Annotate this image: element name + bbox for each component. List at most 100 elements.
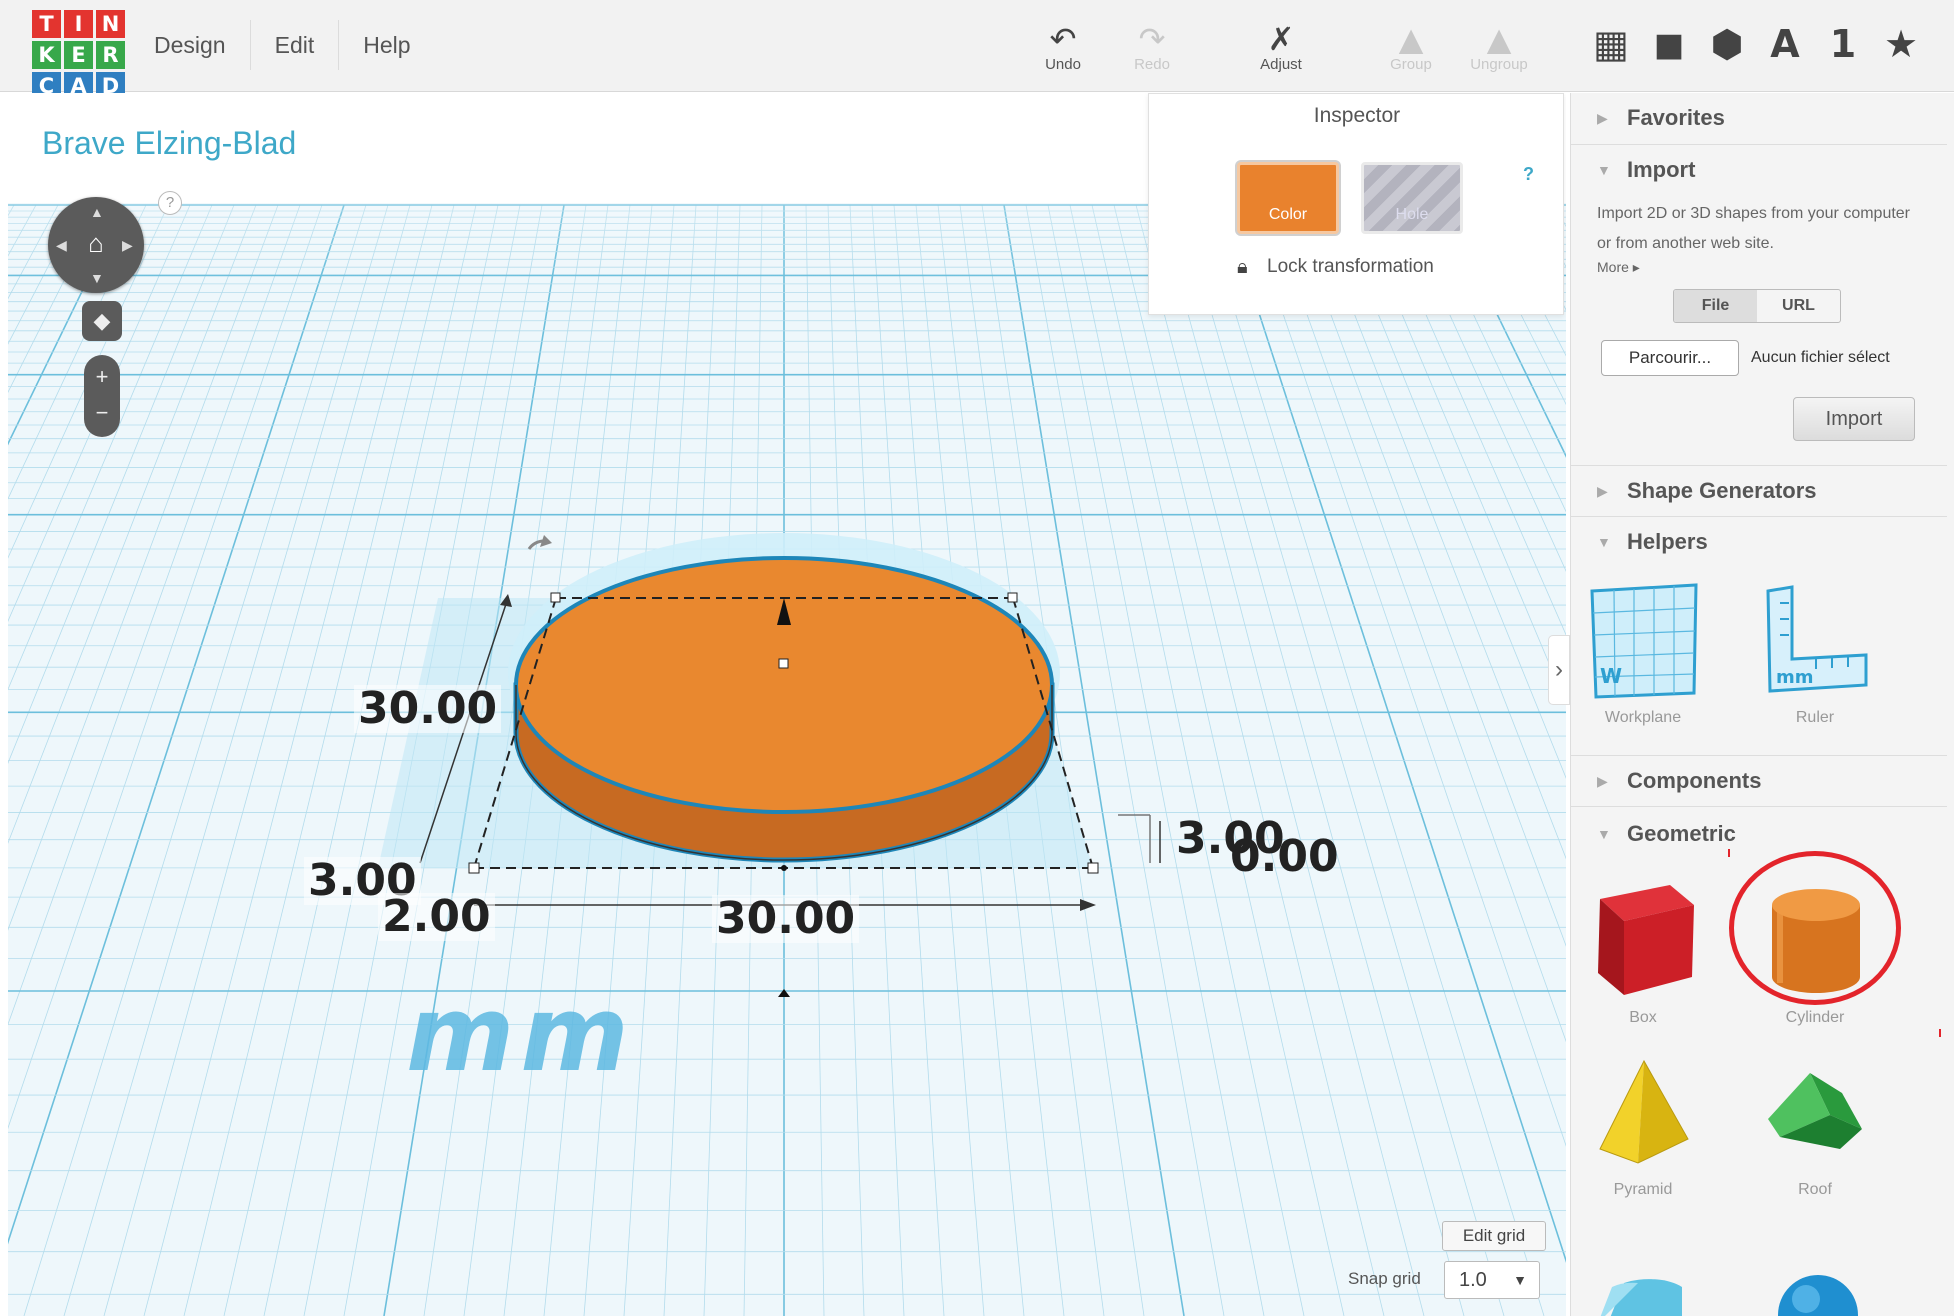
lock-transformation-toggle[interactable]: 🔒︎ Lock transformation: [1237, 256, 1434, 278]
star-icon[interactable]: ★: [1880, 20, 1922, 68]
dimension-length-label[interactable]: 30.00: [354, 685, 502, 733]
nav-left-arrow-icon[interactable]: ◀: [56, 238, 67, 252]
import-header: Import: [1627, 157, 1696, 182]
box-shape[interactable]: Box: [1573, 865, 1713, 1027]
group-label: Group: [1390, 56, 1432, 73]
inspector-help-icon[interactable]: ?: [1523, 164, 1534, 185]
collapse-arrow-icon: ▼: [1597, 162, 1611, 178]
dimension-front-offset-label[interactable]: 2.00: [378, 893, 495, 941]
import-description: Import 2D or 3D shapes from your compute…: [1597, 205, 1911, 252]
adjust-button[interactable]: ✗ Adjust: [1236, 22, 1326, 73]
ruler-helper[interactable]: mm Ruler: [1745, 581, 1885, 727]
redo-button[interactable]: ↷ Redo: [1107, 22, 1197, 73]
favorites-header: Favorites: [1627, 105, 1725, 130]
shape-generators-section[interactable]: ▶ Shape Generators: [1571, 465, 1947, 517]
svg-text:W: W: [1600, 664, 1622, 688]
url-tab[interactable]: URL: [1757, 290, 1840, 322]
wire-cube-view-icon[interactable]: ⬢: [1706, 20, 1748, 68]
cylinder-label: Cylinder: [1785, 1009, 1845, 1026]
nav-up-arrow-icon[interactable]: ▲: [90, 205, 104, 219]
geometric-section[interactable]: ▼ Geometric: [1571, 809, 1947, 861]
ruler-icon: mm: [1766, 585, 1868, 693]
dimension-width-label[interactable]: 30.00: [712, 895, 860, 943]
pyramid-shape[interactable]: Pyramid: [1573, 1053, 1713, 1199]
ruler-label: Ruler: [1795, 709, 1835, 726]
dimension-height-label[interactable]: 3.00: [1172, 815, 1289, 863]
more-link[interactable]: More ▸: [1597, 259, 1640, 276]
home-view-icon[interactable]: ⌂: [82, 229, 110, 257]
snap-grid-label: Snap grid: [1348, 1269, 1421, 1288]
components-section[interactable]: ▶ Components: [1571, 755, 1947, 807]
highlight-mark: [1728, 849, 1730, 857]
redo-icon: ↷: [1138, 20, 1166, 58]
design-title[interactable]: Brave Elzing-Blad: [42, 125, 296, 162]
snap-grid-select[interactable]: 1.0 ▼: [1444, 1261, 1540, 1299]
tinkercad-logo[interactable]: T I N K E R C A D: [32, 10, 126, 102]
zoom-out-icon[interactable]: −: [84, 401, 120, 425]
nav-right-arrow-icon[interactable]: ▶: [122, 238, 133, 252]
lock-label: Lock transformation: [1267, 256, 1434, 277]
number-tool-icon[interactable]: 1: [1822, 20, 1864, 68]
import-source-toggle: File URL: [1673, 289, 1841, 323]
ungroup-icon: ▲: [1486, 20, 1512, 58]
ungroup-label: Ungroup: [1470, 56, 1528, 73]
collapse-panel-icon[interactable]: ›: [1548, 635, 1570, 705]
ungroup-button[interactable]: ▲ Ungroup: [1454, 22, 1544, 73]
blueprint-view-icon[interactable]: ▦: [1590, 20, 1632, 68]
group-button[interactable]: ▲ Group: [1366, 22, 1456, 73]
solid-cube-view-icon[interactable]: ◼: [1648, 20, 1690, 68]
roof-shape-icon: [1768, 1073, 1862, 1149]
top-toolbar: T I N K E R C A D Design Edit Help ↶ Und…: [0, 0, 1954, 100]
import-button[interactable]: Import: [1793, 397, 1915, 441]
zoom-in-icon[interactable]: +: [84, 365, 120, 389]
edit-grid-button[interactable]: Edit grid: [1442, 1221, 1546, 1251]
roof-shape[interactable]: Roof: [1745, 1053, 1885, 1199]
units-label: mm: [406, 973, 635, 1095]
hole-button[interactable]: Hole: [1361, 162, 1463, 234]
components-header: Components: [1627, 768, 1762, 793]
expand-arrow-icon: ▶: [1597, 109, 1608, 126]
geometric-header: Geometric: [1627, 821, 1736, 846]
import-section[interactable]: ▼ Import: [1571, 145, 1947, 197]
view-help-icon[interactable]: ?: [158, 191, 182, 215]
pyramid-shape-icon: [1599, 1059, 1689, 1164]
logo-letter: I: [64, 10, 93, 38]
file-tab[interactable]: File: [1674, 290, 1757, 322]
browse-button[interactable]: Parcourir...: [1601, 340, 1739, 376]
helpers-section[interactable]: ▼ Helpers: [1571, 517, 1947, 569]
adjust-label: Adjust: [1260, 56, 1302, 73]
helpers-header: Helpers: [1627, 529, 1708, 554]
snap-grid-control: Edit grid Snap grid 1.0 ▼: [1348, 1221, 1548, 1301]
undo-icon: ↶: [1049, 20, 1077, 58]
text-tool-icon[interactable]: A: [1764, 20, 1806, 68]
logo-letter: T: [32, 10, 61, 38]
view-navigation-wheel[interactable]: ▲ ▼ ◀ ▶ ⌂: [48, 197, 144, 293]
lock-icon: 🔒︎: [1237, 256, 1248, 278]
box-label: Box: [1629, 1009, 1657, 1026]
collapse-arrow-icon: ▼: [1597, 826, 1611, 842]
round-roof-shape[interactable]: [1573, 1263, 1713, 1316]
logo-letter: N: [96, 10, 125, 38]
logo-letter: R: [96, 41, 125, 69]
roof-label: Roof: [1798, 1181, 1832, 1198]
menu-edit[interactable]: Edit: [251, 20, 340, 70]
logo-letter: K: [32, 41, 61, 69]
highlight-mark: [1939, 1029, 1941, 1037]
sphere-shape[interactable]: [1745, 1263, 1885, 1316]
expand-arrow-icon: ▶: [1597, 482, 1608, 499]
menu-help[interactable]: Help: [339, 20, 434, 70]
fit-view-cube-icon[interactable]: ◆: [82, 301, 122, 341]
favorites-section[interactable]: ▶ Favorites: [1571, 93, 1947, 145]
workplane-icon: W: [1590, 583, 1698, 699]
box-shape-icon: [1598, 885, 1694, 995]
adjust-icon: ✗: [1267, 20, 1295, 58]
nav-down-arrow-icon[interactable]: ▼: [90, 271, 104, 285]
pyramid-label: Pyramid: [1613, 1181, 1673, 1198]
undo-button[interactable]: ↶ Undo: [1018, 22, 1108, 73]
svg-text:mm: mm: [1776, 667, 1814, 688]
shapes-panel: ▶ Favorites ▼ Import Import 2D or 3D shape…: [1570, 93, 1954, 1316]
workplane-canvas[interactable]: Brave Elzing-Blad ▲ ▼ ◀ ▶ ⌂ ? ◆ + − Insp…: [8, 93, 1566, 1316]
menu-design[interactable]: Design: [130, 20, 251, 70]
workplane-helper[interactable]: W Workplane: [1573, 581, 1713, 727]
color-swatch-button[interactable]: Color: [1237, 162, 1339, 234]
